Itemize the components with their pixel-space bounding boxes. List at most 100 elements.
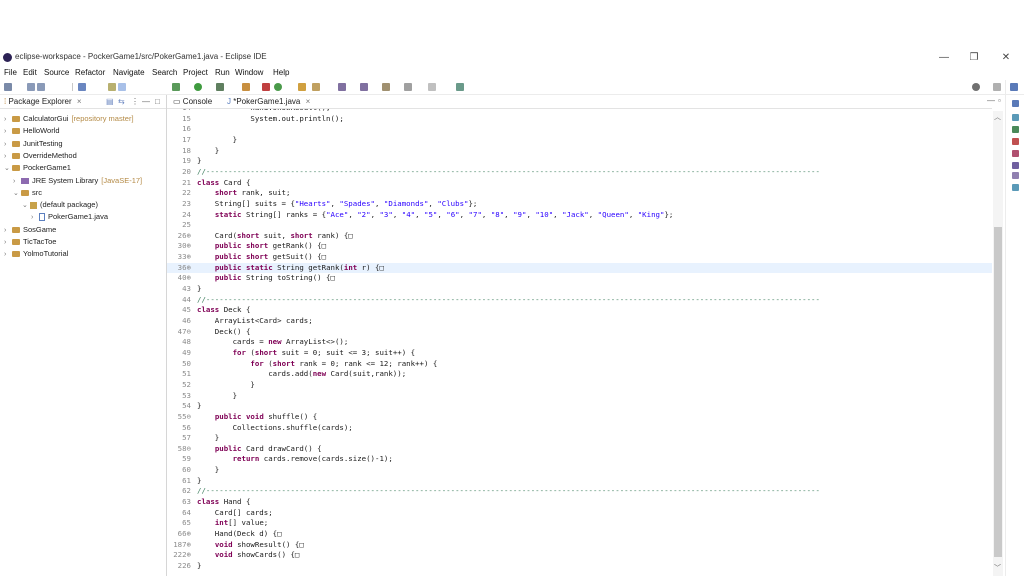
code-line[interactable]: 57 } bbox=[167, 433, 992, 444]
menu-project[interactable]: Project bbox=[183, 68, 208, 77]
chevron-right-icon[interactable]: › bbox=[4, 237, 12, 249]
code-line[interactable]: 33⊕ public short getSuit() {□ bbox=[167, 252, 992, 263]
menu-search[interactable]: Search bbox=[152, 68, 177, 77]
previous-annotation-icon[interactable] bbox=[360, 83, 368, 91]
code-line[interactable]: 40⊕ public String toString() {□ bbox=[167, 273, 992, 284]
code-line[interactable]: 53 } bbox=[167, 391, 992, 402]
code-line[interactable]: 25 bbox=[167, 220, 992, 231]
chevron-down-icon[interactable]: ⌄ bbox=[13, 188, 21, 200]
new-package-icon[interactable] bbox=[274, 83, 282, 91]
code-line[interactable]: 30⊕ public short getRank() {□ bbox=[167, 241, 992, 252]
code-line[interactable]: 49 for (short suit = 0; suit <= 3; suit+… bbox=[167, 348, 992, 359]
menu-edit[interactable]: Edit bbox=[23, 68, 37, 77]
hierarchy-icon[interactable] bbox=[1012, 162, 1019, 169]
tree-item[interactable]: › JRE System Library [JavaSE-17] bbox=[13, 175, 142, 187]
chevron-right-icon[interactable]: › bbox=[4, 114, 12, 126]
menu-window[interactable]: Window bbox=[235, 68, 263, 77]
code-line[interactable]: 226} bbox=[167, 561, 992, 572]
code-line[interactable]: 52 } bbox=[167, 380, 992, 391]
last-edit-icon[interactable] bbox=[382, 83, 390, 91]
minimize-view-icon[interactable]: — bbox=[142, 97, 150, 106]
code-line[interactable]: 17 } bbox=[167, 135, 992, 146]
link-editor-icon[interactable]: ⇆ bbox=[118, 97, 125, 106]
outline-icon[interactable] bbox=[1012, 100, 1019, 107]
code-line[interactable]: 16 bbox=[167, 124, 992, 135]
code-line[interactable]: 43} bbox=[167, 284, 992, 295]
chevron-right-icon[interactable]: › bbox=[31, 212, 39, 224]
code-line[interactable]: 24 static String[] ranks = {"Ace", "2", … bbox=[167, 210, 992, 221]
code-line[interactable]: 19} bbox=[167, 156, 992, 167]
code-line[interactable]: 66⊕ Hand(Deck d) {□ bbox=[167, 529, 992, 540]
code-line[interactable]: 36⊕ public static String getRank(int r) … bbox=[167, 262, 992, 274]
debug-icon[interactable] bbox=[172, 83, 180, 91]
toggle-highlight-icon[interactable] bbox=[118, 83, 126, 91]
tree-item[interactable]: › JunitTesting bbox=[4, 138, 63, 150]
scroll-down-icon[interactable]: ﹀ bbox=[994, 563, 1001, 573]
code-line[interactable]: 60 } bbox=[167, 465, 992, 476]
close-tab-icon[interactable]: × bbox=[306, 97, 311, 106]
code-line[interactable]: 47⊖ Deck() { bbox=[167, 327, 992, 338]
tree-item[interactable]: › HelloWorld bbox=[4, 125, 60, 137]
menu-navigate[interactable]: Navigate bbox=[113, 68, 145, 77]
chevron-right-icon[interactable]: › bbox=[13, 176, 21, 188]
code-line[interactable]: 26⊕ Card(short suit, short rank) {□ bbox=[167, 231, 992, 242]
chevron-right-icon[interactable]: › bbox=[4, 225, 12, 237]
tree-item[interactable]: › YolmoTutorial bbox=[4, 248, 68, 260]
tree-item[interactable]: › OverrideMethod bbox=[4, 150, 77, 162]
tree-item[interactable]: ⌄ (default package) bbox=[22, 199, 98, 211]
declaration-icon[interactable] bbox=[1012, 150, 1019, 157]
chevron-down-icon[interactable]: ⌄ bbox=[4, 163, 12, 175]
code-line[interactable]: 54} bbox=[167, 401, 992, 412]
chevron-right-icon[interactable]: › bbox=[4, 126, 12, 138]
chevron-down-icon[interactable]: ⌄ bbox=[22, 200, 30, 212]
menu-run[interactable]: Run bbox=[215, 68, 230, 77]
search-icon[interactable] bbox=[972, 83, 980, 91]
minimize-button[interactable]: — bbox=[934, 51, 954, 65]
chevron-right-icon[interactable]: › bbox=[4, 151, 12, 163]
menu-source[interactable]: Source bbox=[44, 68, 69, 77]
code-line[interactable]: 222⊕ void showCards() {□ bbox=[167, 550, 992, 561]
code-line[interactable]: 64 Card[] cards; bbox=[167, 508, 992, 519]
tree-item[interactable]: ⌄ PockerGame1 bbox=[4, 162, 71, 174]
tree-item[interactable]: › SosGame bbox=[4, 224, 56, 236]
code-line[interactable]: 187⊕ void showResult() {□ bbox=[167, 540, 992, 551]
call-hierarchy-icon[interactable] bbox=[1012, 172, 1019, 179]
code-line[interactable]: 61} bbox=[167, 476, 992, 487]
task-list-icon[interactable] bbox=[1012, 114, 1019, 121]
tab-pokergame1-java[interactable]: J *PokerGame1.java × bbox=[227, 97, 311, 106]
next-annotation-icon[interactable] bbox=[338, 83, 346, 91]
scroll-up-icon[interactable]: ︿ bbox=[994, 112, 1001, 122]
code-line[interactable]: 55⊖ public void shuffle() { bbox=[167, 412, 992, 423]
code-line[interactable]: 48 cards = new ArrayList<>(); bbox=[167, 337, 992, 348]
tree-item[interactable]: ⌄ src bbox=[13, 187, 42, 199]
open-perspective-icon[interactable] bbox=[993, 83, 1001, 91]
restore-button[interactable]: ❐ bbox=[964, 51, 984, 65]
menu-refactor[interactable]: Refactor bbox=[75, 68, 105, 77]
code-line[interactable]: 20 //------------------------------------… bbox=[167, 167, 992, 178]
git-staging-icon[interactable] bbox=[1012, 184, 1019, 191]
open-task-icon[interactable] bbox=[312, 83, 320, 91]
code-line[interactable]: 18 } bbox=[167, 146, 992, 157]
code-line[interactable]: 23 String[] suits = {"Hearts", "Spades",… bbox=[167, 199, 992, 210]
code-editor[interactable]: 14 hand.showResult();15 System.out.print… bbox=[167, 109, 992, 576]
code-line[interactable]: 44 //------------------------------------… bbox=[167, 295, 992, 306]
run-coverage-icon[interactable] bbox=[216, 83, 224, 91]
chevron-right-icon[interactable]: › bbox=[4, 249, 12, 261]
scroll-thumb[interactable] bbox=[994, 227, 1002, 557]
minimize-editor-icon[interactable]: — bbox=[987, 96, 995, 105]
chevron-right-icon[interactable]: › bbox=[4, 139, 12, 151]
external-tools-icon[interactable] bbox=[242, 83, 250, 91]
run-icon[interactable] bbox=[194, 83, 202, 91]
maximize-view-icon[interactable]: □ bbox=[155, 97, 160, 106]
new-icon[interactable] bbox=[4, 83, 12, 91]
back-icon[interactable] bbox=[404, 83, 412, 91]
close-button[interactable]: ✕ bbox=[996, 51, 1016, 65]
menu-file[interactable]: File bbox=[4, 68, 17, 77]
tab-package-explorer[interactable]: ⁞ Package Explorer × bbox=[4, 97, 82, 106]
code-line[interactable]: 59 return cards.remove(cards.size()-1); bbox=[167, 454, 992, 465]
collapse-all-icon[interactable]: ▤ bbox=[106, 97, 114, 106]
tree-item[interactable]: › CalculatorGui [repository master] bbox=[4, 113, 134, 125]
javadoc-icon[interactable] bbox=[1012, 138, 1019, 145]
save-icon[interactable] bbox=[27, 83, 35, 91]
code-line[interactable]: 63 class Hand { bbox=[167, 497, 992, 508]
